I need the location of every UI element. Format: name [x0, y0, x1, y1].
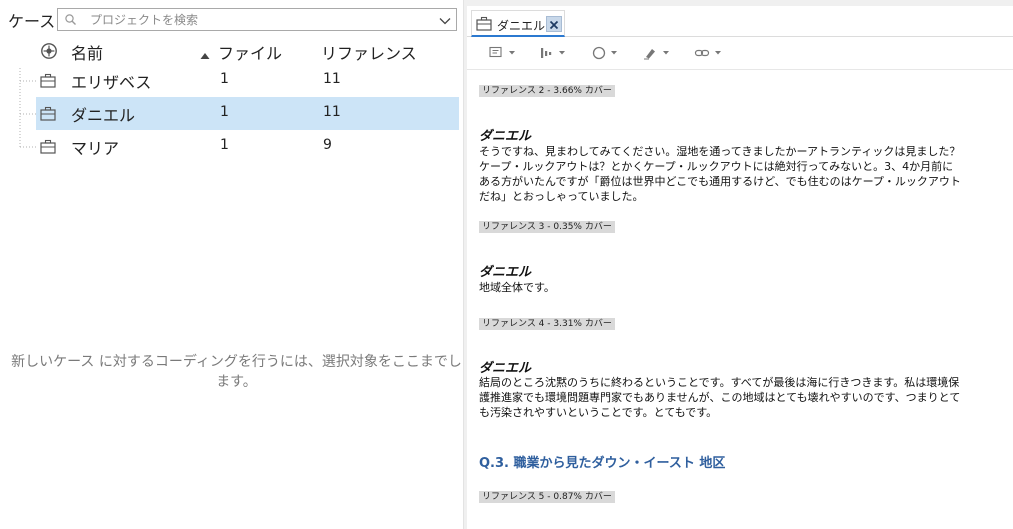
search-icon: [63, 12, 79, 28]
chart-dropdown-button[interactable]: [537, 44, 571, 62]
reference-label: リファレンス 4 - 3.31% カバー: [479, 318, 615, 330]
add-case-icon[interactable]: [40, 42, 58, 60]
tree-connector-lines: [19, 68, 38, 148]
case-files-count: 1: [220, 71, 229, 87]
speaker-name: ダニエル: [479, 265, 532, 280]
search-input[interactable]: [90, 11, 420, 29]
circle-icon: [592, 46, 617, 60]
transcript-paragraph: 結局のところ沈黙のうちに終わるということです。すべてが最後は海に行きつきます。私…: [479, 376, 961, 419]
reference-label: リファレンス 2 - 3.66% カバー: [479, 85, 615, 97]
document-pane: ダニエル リファレンス 2 - 3.66% カバー ダニエル そうですね、見まわ…: [467, 0, 1013, 529]
sort-ascending-icon: [200, 45, 210, 59]
briefcase-icon: [476, 16, 492, 31]
document-toolbar: [467, 37, 1013, 70]
reference-label: リファレンス 5 - 0.87% カバー: [479, 491, 615, 503]
bar-chart-icon: [541, 48, 565, 58]
case-row-elizabeth[interactable]: エリザベス 1 11: [36, 64, 459, 97]
comment-dropdown-button[interactable]: [487, 44, 521, 62]
tab-daniel[interactable]: ダニエル: [471, 10, 565, 37]
column-header-name[interactable]: 名前: [71, 40, 103, 64]
link-icon: [694, 49, 721, 57]
transcript-paragraph: そうですね、見まわしてみてください。湿地を通ってきましたかーアトランティックは見…: [479, 145, 961, 203]
case-name: エリザベス: [71, 73, 152, 92]
transcript-paragraph: 地域全体です。: [479, 281, 555, 294]
reference-label: リファレンス 3 - 0.35% カバー: [479, 221, 615, 233]
chevron-down-icon[interactable]: [438, 13, 452, 27]
highlight-icon: [644, 49, 669, 60]
case-list-pane: ケース 名前 ファイル リファレンス: [0, 0, 463, 529]
case-name: ダニエル: [71, 106, 136, 125]
close-icon: [549, 20, 559, 30]
close-tab-button[interactable]: [546, 16, 562, 32]
link-dropdown-button[interactable]: [693, 44, 727, 62]
highlight-dropdown-button[interactable]: [641, 44, 675, 62]
shape-dropdown-button[interactable]: [589, 44, 623, 62]
column-header-files[interactable]: ファイル: [218, 40, 282, 64]
case-row-maria[interactable]: マリア 1 9: [36, 130, 459, 163]
case-files-count: 1: [220, 137, 229, 153]
briefcase-icon: [40, 73, 56, 88]
case-column-header: 名前 ファイル リファレンス: [0, 38, 463, 64]
case-pane-title: ケース: [8, 12, 56, 31]
tab-label: ダニエル: [497, 19, 546, 33]
case-references-count: 9: [323, 137, 332, 153]
case-references-count: 11: [323, 71, 341, 87]
case-row-daniel[interactable]: ダニエル 1 11: [36, 97, 459, 130]
speaker-name: ダニエル: [479, 361, 532, 376]
comment-icon: [489, 46, 515, 58]
case-name: マリア: [71, 139, 120, 158]
question-heading: Q.3. 職業から見たダウン・イースト 地区: [479, 456, 726, 471]
document-tab-bar: ダニエル: [467, 6, 1013, 37]
column-header-references[interactable]: リファレンス: [321, 40, 417, 64]
speaker-name: ダニエル: [479, 129, 532, 144]
case-references-count: 11: [323, 104, 341, 120]
project-search-box[interactable]: [57, 8, 457, 31]
case-files-count: 1: [220, 104, 229, 120]
case-list-header: ケース: [0, 0, 463, 38]
briefcase-icon: [40, 139, 56, 154]
drop-target-hint[interactable]: 新しいケース に対するコーディングを行うには、選択対象をここまでします。: [10, 352, 463, 392]
briefcase-icon: [40, 106, 56, 121]
document-content[interactable]: リファレンス 2 - 3.66% カバー ダニエル そうですね、見まわしてみてく…: [479, 70, 999, 529]
